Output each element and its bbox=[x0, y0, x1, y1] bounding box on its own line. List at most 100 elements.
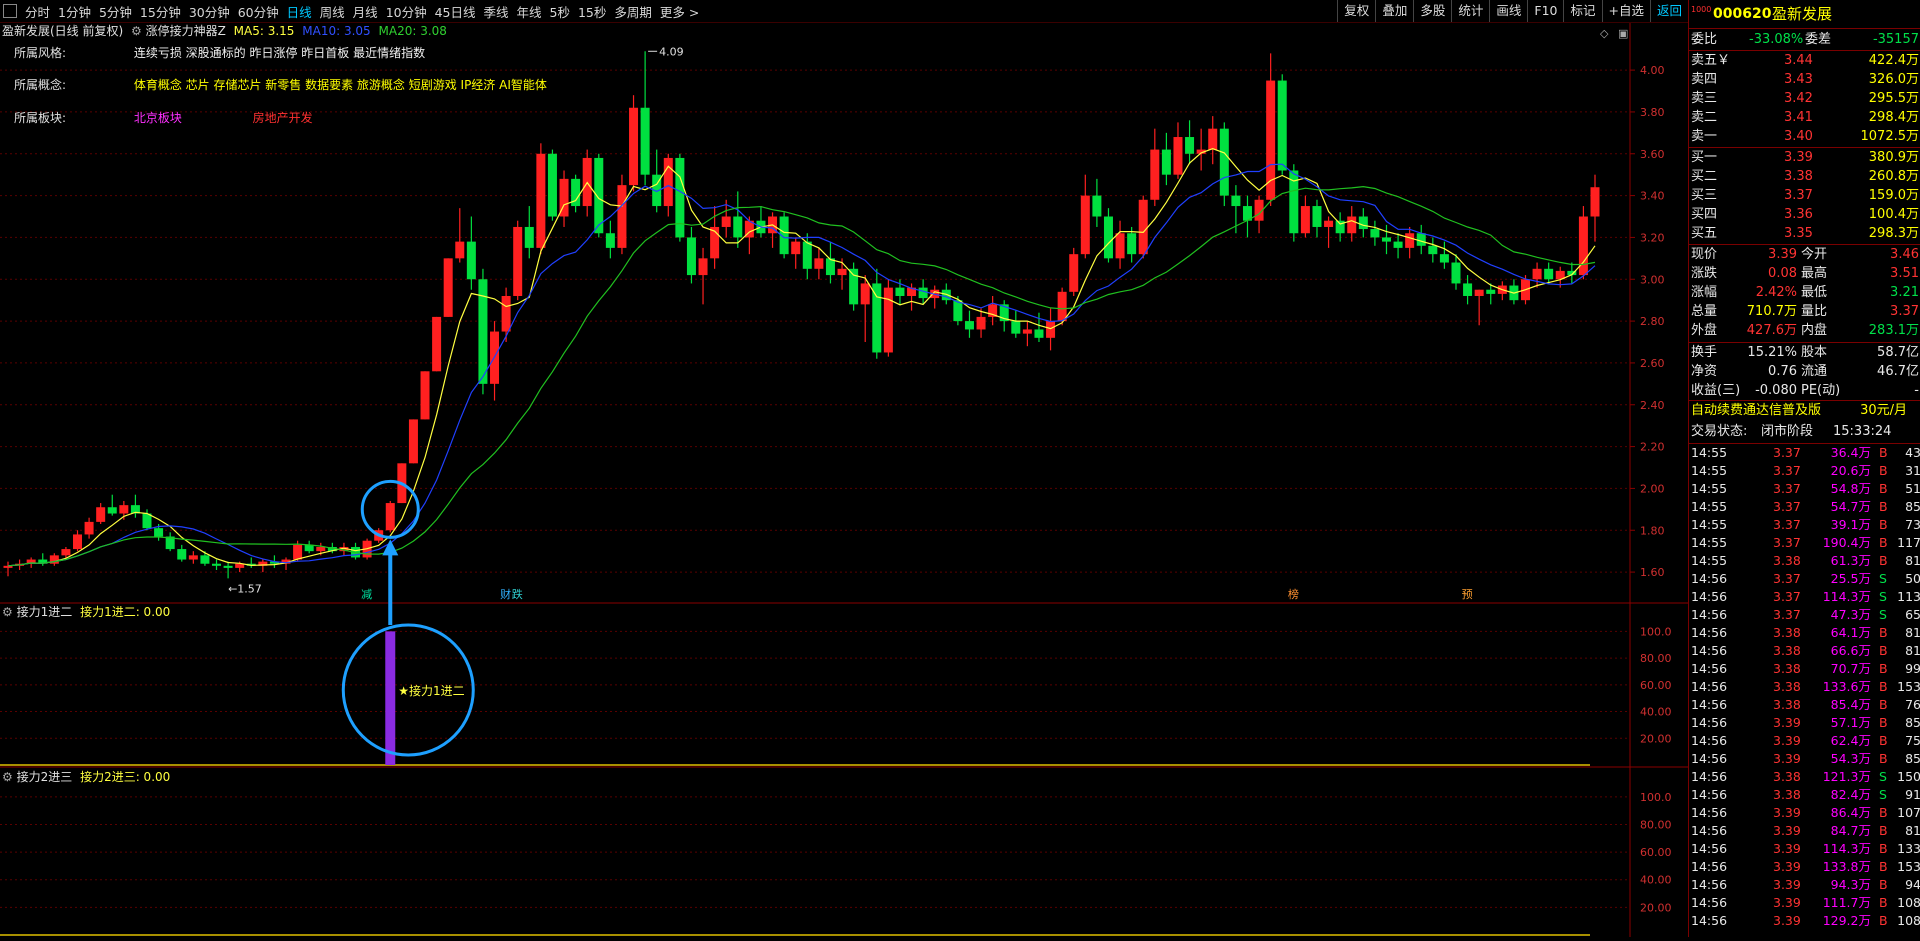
fund-value-left: 0.76 bbox=[1768, 364, 1797, 379]
sell-level-3: 卖二 3.41 298.4万 bbox=[1689, 108, 1920, 127]
sell-price: 3.41 bbox=[1784, 110, 1813, 125]
tick-side: B bbox=[1879, 895, 1888, 910]
candle-body bbox=[1057, 291, 1067, 322]
fullscreen-square-icon[interactable] bbox=[3, 4, 17, 18]
tick-price: 3.39 bbox=[1773, 733, 1801, 748]
candle-body bbox=[501, 295, 511, 332]
stat-value-left: 710.7万 bbox=[1746, 304, 1797, 319]
sub1-name[interactable]: 接力1进二 bbox=[17, 605, 73, 619]
action-button-6[interactable]: 标记 bbox=[1563, 0, 1601, 22]
tick-volume: 61.3万 bbox=[1830, 553, 1871, 568]
tab-timeframe-9[interactable]: 10分钟 bbox=[382, 2, 431, 21]
sub2-toggle-icon[interactable]: ⚙ bbox=[2, 770, 13, 784]
candle-body bbox=[1324, 220, 1334, 227]
tab-timeframe-13[interactable]: 5秒 bbox=[546, 2, 574, 21]
candle-body bbox=[188, 555, 198, 560]
tab-timeframe-4[interactable]: 30分钟 bbox=[185, 2, 234, 21]
tick-side: B bbox=[1879, 679, 1888, 694]
tick-time: 14:56 bbox=[1691, 625, 1728, 640]
tick-side: B bbox=[1879, 841, 1888, 856]
buy-volume: 380.9万 bbox=[1868, 150, 1919, 165]
tab-timeframe-1[interactable]: 1分钟 bbox=[54, 2, 95, 21]
tick-count: 81 bbox=[1905, 823, 1920, 838]
tab-timeframe-8[interactable]: 月线 bbox=[349, 2, 382, 21]
buy-price: 3.38 bbox=[1784, 169, 1813, 184]
candle-body bbox=[1127, 233, 1137, 255]
tab-timeframe-7[interactable]: 周线 bbox=[316, 2, 349, 21]
stat-label-left: 总量 bbox=[1691, 304, 1718, 319]
sell-level-1: 卖四 3.43 326.0万 bbox=[1689, 70, 1920, 89]
action-button-1[interactable]: 叠加 bbox=[1375, 0, 1413, 22]
stat-label-right: 量比 bbox=[1801, 304, 1828, 319]
tab-timeframe-3[interactable]: 15分钟 bbox=[136, 2, 185, 21]
candle-body bbox=[1451, 262, 1461, 284]
tab-timeframe-14[interactable]: 15秒 bbox=[574, 2, 610, 21]
tab-timeframe-12[interactable]: 年线 bbox=[513, 2, 546, 21]
tab-timeframe-16[interactable]: 更多 > bbox=[656, 2, 703, 21]
candle-body bbox=[223, 565, 233, 568]
tick-row: 14:55 3.37 39.1万 B 73 bbox=[1689, 516, 1920, 534]
tick-row: 14:56 3.37 47.3万 S 65 bbox=[1689, 606, 1920, 624]
tick-row: 14:56 3.38 64.1万 B 81 bbox=[1689, 624, 1920, 642]
tick-volume: 39.1万 bbox=[1830, 517, 1871, 532]
action-button-8[interactable]: 返回 bbox=[1649, 0, 1688, 22]
candle-body bbox=[964, 321, 974, 330]
tick-side: B bbox=[1879, 661, 1888, 676]
ad-text[interactable]: 自动续费通达信普及版 bbox=[1691, 401, 1821, 420]
tick-price: 3.39 bbox=[1773, 805, 1801, 820]
diamond-icon: ◇ bbox=[1600, 27, 1609, 40]
candle-body bbox=[443, 258, 453, 317]
stock-code: 000620 bbox=[1713, 6, 1772, 22]
action-button-7[interactable]: +自选 bbox=[1601, 0, 1650, 22]
tick-side: B bbox=[1879, 751, 1888, 766]
price-axis-label: 2.60 bbox=[1640, 357, 1665, 370]
action-button-0[interactable]: 复权 bbox=[1337, 0, 1375, 22]
fund-label-right: 股本 bbox=[1801, 345, 1828, 360]
settings-gear-icon[interactable]: ⚙ bbox=[131, 24, 142, 38]
tick-time: 14:56 bbox=[1691, 733, 1728, 748]
tab-timeframe-11[interactable]: 季线 bbox=[480, 2, 513, 21]
tick-time: 14:55 bbox=[1691, 535, 1728, 550]
tick-row: 14:56 3.39 57.1万 B 85 bbox=[1689, 714, 1920, 732]
kline-chart-area[interactable]: 4.00 3.80 3.60 3.40 3.20 3.00 2.80 2.60 2.40 2.20… bbox=[0, 23, 1832, 937]
stat-row-0: 现价 3.39 今开 3.46 bbox=[1689, 245, 1920, 264]
tick-count: 94 bbox=[1905, 877, 1920, 892]
tab-timeframe-0[interactable]: 分时 bbox=[21, 2, 54, 21]
tab-timeframe-6[interactable]: 日线 bbox=[283, 2, 316, 21]
action-button-4[interactable]: 画线 bbox=[1489, 0, 1527, 22]
tab-timeframe-10[interactable]: 45日线 bbox=[431, 2, 480, 21]
info-style-row: 所属风格: 连续亏损 深股通标的 昨日涨停 昨日首板 最近情绪指数 bbox=[14, 44, 425, 61]
indicator-name[interactable]: 涨停接力神器Z bbox=[146, 24, 226, 38]
tick-volume: 57.1万 bbox=[1830, 715, 1871, 730]
event-die-marker: 跌 bbox=[512, 587, 523, 601]
arrow-up-icon bbox=[382, 539, 399, 556]
kline-chart-svg[interactable]: 4.00 3.80 3.60 3.40 3.20 3.00 2.80 2.60 2.40 2.20… bbox=[0, 23, 1832, 937]
fund-row-2: 收益(三) -0.080 PE(动) - bbox=[1689, 381, 1920, 400]
candle-body bbox=[1300, 206, 1310, 234]
ad-banner[interactable]: 自动续费通达信普及版 30元/月 bbox=[1689, 401, 1920, 420]
tick-side: B bbox=[1879, 625, 1888, 640]
price-axis-label: 4.00 bbox=[1640, 64, 1665, 77]
stat-row-3: 总量 710.7万 量比 3.37 bbox=[1689, 302, 1920, 321]
sell-volume: 326.0万 bbox=[1868, 72, 1919, 87]
sub2-name[interactable]: 接力2进三 bbox=[17, 770, 73, 784]
tick-price: 3.38 bbox=[1773, 679, 1801, 694]
candle-body bbox=[1393, 241, 1403, 248]
sell-label: 卖二 bbox=[1691, 110, 1718, 125]
action-button-2[interactable]: 多股 bbox=[1413, 0, 1451, 22]
tab-timeframe-5[interactable]: 60分钟 bbox=[234, 2, 283, 21]
price-axis-label: 1.60 bbox=[1640, 566, 1665, 579]
action-button-3[interactable]: 统计 bbox=[1451, 0, 1489, 22]
candle-body bbox=[513, 226, 523, 296]
tab-timeframe-2[interactable]: 5分钟 bbox=[95, 2, 136, 21]
sub1-toggle-icon[interactable]: ⚙ bbox=[2, 605, 13, 619]
ad-price[interactable]: 30元/月 bbox=[1860, 401, 1907, 420]
info-sector-row: 所属板块: 北京板块 房地产开发 bbox=[14, 109, 313, 126]
candle-body bbox=[1150, 149, 1160, 200]
weicha-label: 委差 bbox=[1805, 32, 1832, 47]
action-button-5[interactable]: F10 bbox=[1527, 0, 1563, 22]
timeframe-tabs: 分时 1分钟 5分钟 15分钟 30分钟 60分钟 日线 周线 月线 10分钟 45日线 季线 年线 5秒… bbox=[0, 0, 703, 22]
stat-value-right: 3.21 bbox=[1890, 285, 1919, 300]
tab-timeframe-15[interactable]: 多周期 bbox=[610, 2, 656, 21]
candlesticks bbox=[3, 51, 1600, 579]
